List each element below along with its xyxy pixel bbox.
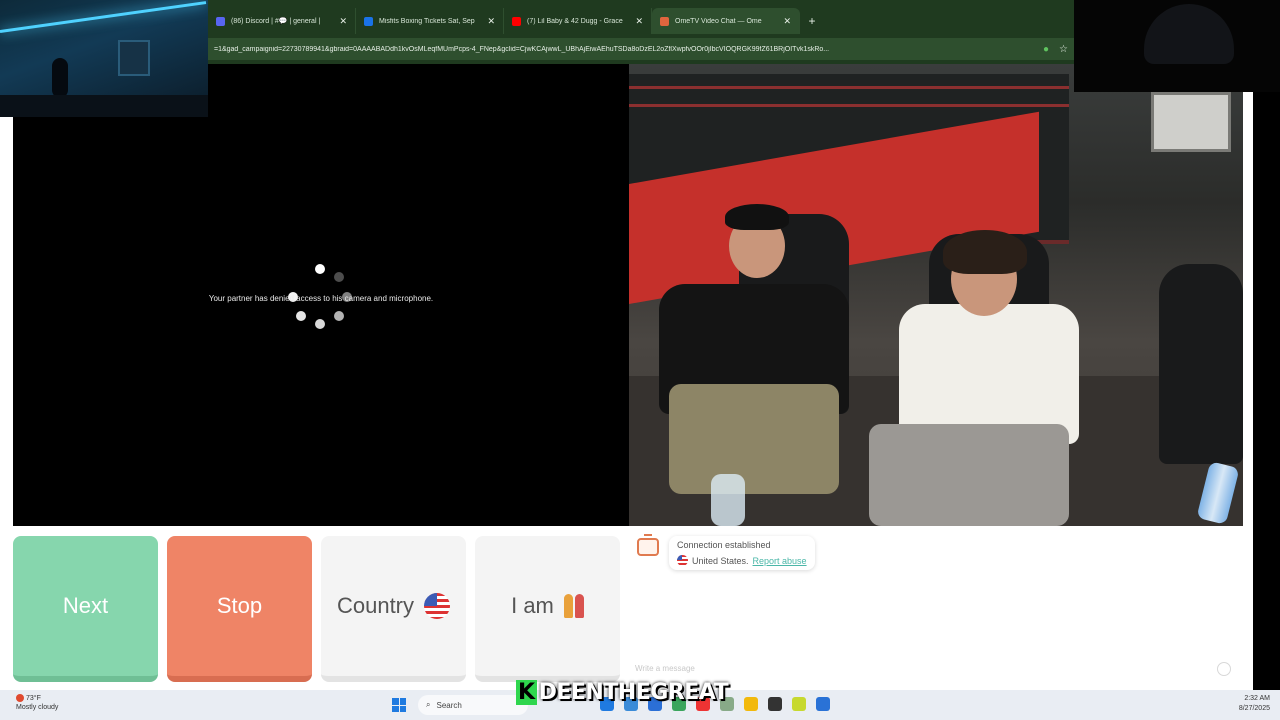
connection-status: Connection established — [677, 540, 771, 550]
us-flag-icon — [424, 593, 451, 619]
weather-icon — [16, 694, 24, 703]
tab-title: (7) Lil Baby & 42 Dugg - Grace — [527, 17, 623, 25]
address-bar-icons: ● ☆ — [1043, 44, 1068, 55]
i-am-button[interactable]: I am — [475, 536, 620, 682]
gym-window — [1151, 92, 1231, 152]
stop-button[interactable]: Stop — [167, 536, 312, 682]
close-icon[interactable]: ✕ — [339, 16, 347, 27]
ometv-icon — [660, 16, 669, 26]
discord-icon — [216, 16, 225, 26]
tab-discord[interactable]: (86) Discord | #💬 | general | ✕ — [208, 8, 356, 34]
tab-strip: (86) Discord | #💬 | general | ✕ Misfits … — [208, 8, 1074, 34]
clock-time: 2:32 AM — [1244, 695, 1270, 702]
ticket-site-icon — [364, 16, 373, 26]
partner-denied-message: Your partner has denied access to his ca… — [208, 294, 434, 303]
windows-start-icon[interactable] — [392, 698, 406, 712]
desk — [0, 95, 208, 117]
streamer-name-overlay: K DEENTHEGREAT — [510, 679, 734, 705]
tab-misfits[interactable]: Misfits Boxing Tickets Sat, Sep ✕ — [356, 8, 504, 34]
ometv-tv-icon — [637, 534, 659, 556]
weather-widget[interactable]: 73°F Mostly cloudy — [16, 694, 58, 712]
tab-title: OmeTV Video Chat — Ome — [675, 17, 762, 25]
system-tray[interactable]: 2:32 AM 8/27/2025 — [1239, 694, 1270, 714]
app-icon[interactable] — [792, 697, 806, 711]
streamer-name: DEENTHEGREAT — [538, 679, 729, 705]
us-flag-icon — [677, 555, 688, 566]
address-bar[interactable]: =1&gad_campaignid=22730789941&gbraid=0AA… — [208, 38, 1074, 60]
weather-temp: 73°F — [26, 695, 41, 702]
url-text[interactable]: =1&gad_campaignid=22730789941&gbraid=0AA… — [214, 46, 1043, 53]
file-explorer-icon[interactable] — [744, 697, 758, 711]
office-chair — [1159, 264, 1243, 464]
search-label: Search — [436, 700, 462, 710]
i-am-label: I am — [511, 593, 554, 618]
tab-youtube[interactable]: (7) Lil Baby & 42 Dugg - Grace ✕ — [504, 8, 652, 34]
extension-icon[interactable]: ● — [1043, 44, 1049, 55]
close-icon[interactable]: ✕ — [783, 16, 791, 27]
close-icon[interactable]: ✕ — [487, 16, 495, 27]
bookmark-star-icon[interactable]: ☆ — [1059, 44, 1068, 55]
next-button[interactable]: Next — [13, 536, 158, 682]
chat-controls: Next Stop Country I am — [13, 536, 621, 682]
browser-chrome: (86) Discord | #💬 | general | ✕ Misfits … — [208, 0, 1074, 64]
self-video — [629, 64, 1243, 526]
youtube-icon — [512, 16, 521, 26]
close-icon[interactable]: ✕ — [635, 16, 643, 27]
search-icon: ⌕ — [426, 700, 431, 709]
ring-rope — [629, 86, 1069, 89]
couple-icon — [563, 594, 584, 618]
wall-frame — [118, 40, 150, 76]
new-tab-button[interactable]: + — [800, 8, 824, 34]
tab-title: (86) Discord | #💬 | general | — [231, 18, 321, 25]
second-camera — [1074, 0, 1280, 92]
app-icon[interactable] — [816, 697, 830, 711]
app-icon[interactable] — [768, 697, 782, 711]
tab-ometv[interactable]: OmeTV Video Chat — Ome ✕ — [652, 8, 800, 34]
next-label: Next — [62, 593, 109, 618]
screen: (86) Discord | #💬 | general | ✕ Misfits … — [0, 0, 1280, 720]
page-edge — [1253, 64, 1280, 690]
camera-silhouette — [1144, 4, 1234, 64]
ring-rope — [629, 104, 1069, 107]
water-bottle — [711, 474, 745, 526]
system-message: Connection established United States. Re… — [669, 536, 815, 570]
tab-title: Misfits Boxing Tickets Sat, Sep — [379, 17, 475, 25]
country-button[interactable]: Country — [321, 536, 466, 682]
streamer-webcam — [0, 0, 208, 117]
stop-label: Stop — [216, 593, 263, 618]
led-strip — [0, 1, 207, 33]
clock-date: 8/27/2025 — [1238, 705, 1270, 712]
message-input[interactable]: Write a message — [635, 664, 695, 673]
kick-logo: K — [516, 679, 537, 705]
chat-panel: Connection established United States. Re… — [629, 530, 1243, 690]
partner-country: United States. — [692, 555, 749, 566]
microphone — [52, 58, 68, 98]
report-abuse-link[interactable]: Report abuse — [753, 556, 807, 566]
weather-desc: Mostly cloudy — [16, 704, 59, 711]
country-label: Country — [336, 593, 415, 618]
emoji-icon[interactable] — [1217, 662, 1231, 676]
partner-country-line: United States. Report abuse — [677, 555, 807, 566]
